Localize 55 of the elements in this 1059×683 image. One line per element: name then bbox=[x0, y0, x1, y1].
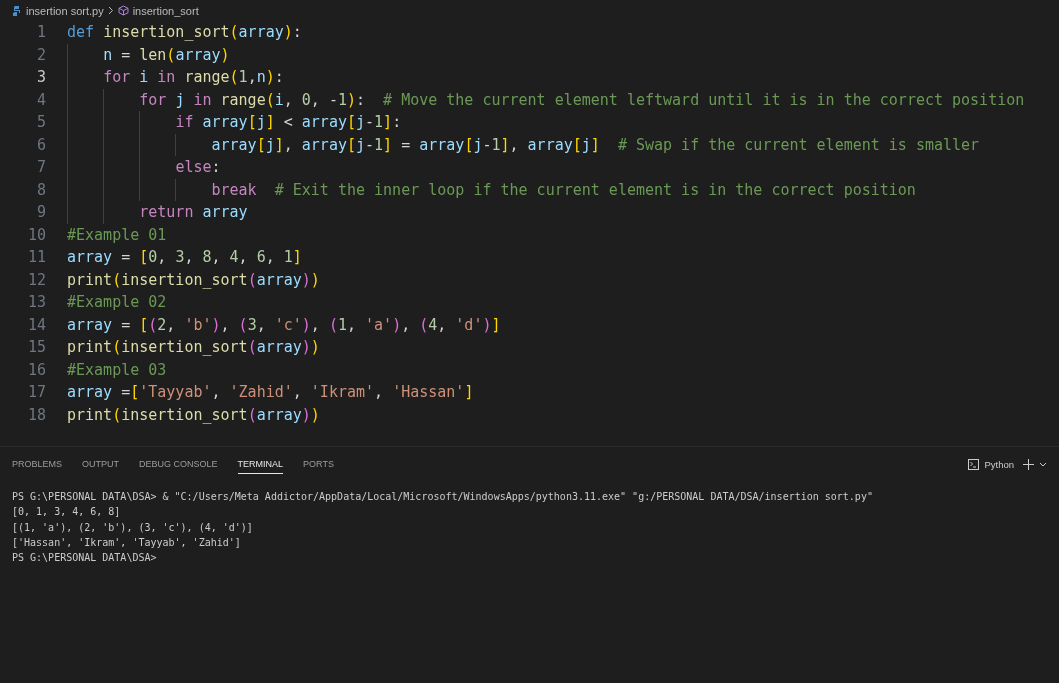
line-number: 3 bbox=[35, 67, 46, 88]
terminal-icon[interactable] bbox=[968, 458, 980, 470]
line-number: 1 bbox=[35, 22, 46, 43]
code-line: n = len(array) bbox=[67, 43, 230, 66]
line-number: 17 bbox=[26, 382, 46, 403]
line-number: 14 bbox=[26, 314, 46, 336]
code-line: #Example 03 bbox=[67, 359, 167, 381]
terminal-name[interactable]: Python bbox=[984, 458, 1014, 470]
cube-icon bbox=[117, 5, 129, 16]
panel-tab[interactable]: PORTS bbox=[303, 454, 334, 474]
line-number: 5 bbox=[35, 112, 46, 133]
terminal-line: PS G:\PERSONAL DATA\DSA> & "C:/Users/Meta Addictor/AppData/Local/Microsoft/WindowsApps/python3.11.exe" "g:/PERSONAL DATA/DSA/insertion sort.py" bbox=[12, 490, 874, 504]
line-number: 15 bbox=[26, 337, 46, 358]
line-number: 8 bbox=[35, 179, 46, 201]
chevron-down-icon[interactable] bbox=[1039, 461, 1047, 467]
code-line: array[j], array[j-1] = array[j-1], array[j] # Swap if the current element is smaller bbox=[67, 133, 980, 156]
panel-tab[interactable]: OUTPUT bbox=[82, 454, 119, 474]
line-number: 16 bbox=[26, 359, 46, 381]
code-line: for j in range(i, 0, -1): # Move the current element leftward until it is in the correct position bbox=[67, 88, 1025, 111]
code-line: array = [0, 3, 8, 4, 6, 1] bbox=[67, 247, 302, 268]
panel-tab[interactable]: PROBLEMS bbox=[12, 454, 62, 474]
code-line: break # Exit the inner loop if the current element is in the correct position bbox=[67, 178, 916, 201]
code-line: for i in range(1,n): bbox=[67, 66, 284, 89]
code-line: print(insertion_sort(array)) bbox=[67, 269, 320, 291]
code-line: #Example 02 bbox=[67, 292, 167, 313]
line-number: 2 bbox=[35, 44, 46, 66]
code-line: print(insertion_sort(array)) bbox=[67, 337, 320, 358]
line-number: 12 bbox=[26, 269, 46, 291]
chevron-right-icon bbox=[107, 6, 114, 15]
terminal-line: PS G:\PERSONAL DATA\DSA> bbox=[12, 551, 158, 566]
line-number: 4 bbox=[35, 89, 46, 111]
line-number: 11 bbox=[26, 247, 46, 268]
terminal-line: [0, 1, 3, 4, 6, 8] bbox=[12, 505, 122, 520]
terminal-line: [(1, 'a'), (2, 'b'), (3, 'c'), (4, 'd')] bbox=[12, 520, 254, 535]
code-line: #Example 01 bbox=[67, 224, 167, 246]
line-number: 6 bbox=[35, 134, 46, 156]
code-line: print(insertion_sort(array)) bbox=[67, 404, 320, 426]
code-line: if array[j] < array[j-1]: bbox=[67, 111, 402, 134]
line-number: 13 bbox=[26, 292, 46, 313]
code-line: else: bbox=[67, 156, 221, 179]
line-number: 18 bbox=[26, 404, 46, 426]
breadcrumb-symbol[interactable]: insertion_sort bbox=[132, 4, 199, 17]
panel-tab[interactable]: TERMINAL bbox=[237, 454, 284, 474]
terminal-line: ['Hassan', 'Ikram', 'Tayyab', 'Zahid'] bbox=[12, 535, 242, 550]
code-line: array = [(2, 'b'), (3, 'c'), (1, 'a'), (4, 'd')] bbox=[67, 314, 501, 336]
code-line: return array bbox=[67, 201, 248, 224]
code-line: array =['Tayyab', 'Zahid', 'Ikram', 'Hassan'] bbox=[67, 382, 474, 403]
python-file-icon bbox=[12, 5, 22, 16]
line-number: 9 bbox=[35, 202, 46, 223]
breadcrumb-file[interactable]: insertion sort.py bbox=[26, 4, 104, 17]
panel-tab[interactable]: DEBUG CONSOLE bbox=[139, 454, 218, 474]
plus-icon[interactable] bbox=[1023, 458, 1034, 470]
line-number: 7 bbox=[35, 157, 46, 178]
line-number: 10 bbox=[26, 224, 46, 246]
code-line: def insertion_sort(array): bbox=[67, 22, 302, 43]
